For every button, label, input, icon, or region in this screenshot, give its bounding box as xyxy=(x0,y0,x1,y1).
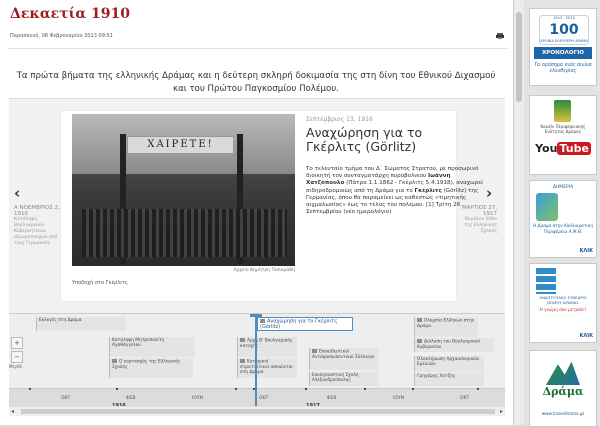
youtube-logo: You Tube xyxy=(535,142,591,155)
centenary-logo: 1913 · 2013 100 ΧΡΟΝΙΑ ΕΛΕΥΘΕΡΗ ΔΡΑΜΑ xyxy=(539,15,589,45)
scroll-thumb[interactable] xyxy=(21,409,495,414)
timeline-marker-active[interactable]: Αναχώρηση για το Γκέρλιτς (Görlitz) xyxy=(257,317,353,331)
image-icon xyxy=(260,319,265,323)
photo-banner: ΧΑΙΡΕΤΕ! xyxy=(127,136,234,154)
image-icon xyxy=(417,318,422,322)
travel-url: www.traveldrama.gr xyxy=(541,411,585,416)
time-axis[interactable] xyxy=(9,388,505,406)
prev-slide-preview[interactable]: Α ΝΟΕΜΒΡΙΟΣ 2, 1916 Κατάληψη Βουλγαρικών… xyxy=(14,205,60,247)
photo-caption: Υποδοχή στο Γκέρλιτς xyxy=(72,280,128,286)
photo-credit: Αρχείο Δημήτρη Παπαμάθη xyxy=(233,268,295,273)
current-position-line xyxy=(255,314,257,406)
region-logo-icon xyxy=(554,100,571,122)
timeline-marker[interactable]: Ο εορτασμός της Ελληνικής Σχολής xyxy=(109,358,193,378)
channel-caption: Κανάλι Περιφερειακής Ενότητας Δράμας xyxy=(540,124,586,134)
prev-arrow-icon[interactable]: ‹ xyxy=(14,184,20,202)
conference-slogan: Η γνώμη σου μετράει! xyxy=(539,307,587,312)
prev-slide-date: Α ΝΟΕΜΒΡΙΟΣ 2, 1916 xyxy=(14,205,60,217)
event-description: Το τελευταίο τμήμα του Δ΄ Σώματος Στρατο… xyxy=(306,166,484,216)
event-photo[interactable]: ΧΑΙΡΕΤΕ! xyxy=(72,114,295,266)
next-slide-text: Θεμέλιοι λίθοι της Ελληνικής Σχολής xyxy=(464,217,497,234)
centenary-chronology-banner[interactable]: 1913 · 2013 100 ΧΡΟΝΙΑ ΕΛΕΥΘΕΡΗ ΔΡΑΜΑ ΧΡ… xyxy=(529,8,597,86)
scroll-thumb[interactable] xyxy=(516,12,522,102)
image-icon xyxy=(417,339,422,343)
youtube-channel-banner[interactable]: Κανάλι Περιφερειακής Ενότητας Δράμας You… xyxy=(529,95,597,175)
timeline-marker[interactable]: Εκπαιδευτικοί Αντιπροσωπευτικοί Σύλλογοι xyxy=(309,348,379,370)
chronology-tagline: Τα ορόσημα ενός αιώνα ελευθερίας xyxy=(534,63,592,74)
image-icon xyxy=(240,359,245,363)
mountain-logo-icon xyxy=(546,361,580,385)
axis-tick: ΦΕΒ xyxy=(327,396,337,401)
click-label: ΚΛΙΚ xyxy=(579,333,593,339)
region-banner-text: Η Δράμα στην Καλλικρατική Περιφέρεια Α.Μ… xyxy=(533,223,593,234)
scroll-left-icon[interactable]: ◂ xyxy=(11,408,14,415)
click-label: ΚΛΙΚ xyxy=(579,248,593,254)
timeline-marker[interactable]: Κατάληψη Μητροπολίτη Αγαθάγγελου xyxy=(109,337,195,357)
axis-tick: ΟΚΤ xyxy=(460,396,470,401)
zoom-in-button[interactable]: + xyxy=(11,337,23,349)
print-icon[interactable] xyxy=(496,33,504,39)
axis-tick: ΙΟΥΝ xyxy=(393,396,404,401)
map-icon xyxy=(536,193,558,221)
timeline-navigator[interactable]: Εκλογές στη Δράμα Αναχώρηση για το Γκέρλ… xyxy=(9,313,505,406)
travel-brand-name: Δράμα xyxy=(542,385,584,398)
blog-title[interactable]: Δεκαετία 1910 xyxy=(10,6,130,22)
axis-tick: ΙΟΥΝ xyxy=(192,396,203,401)
timeline-marker[interactable]: Ολυμπία Ελλήνων στην Δράμα xyxy=(414,317,478,337)
timeline-marker[interactable]: Εκλογές στη Δράμα xyxy=(36,317,126,331)
axis-tick: ΟΚΤ xyxy=(259,396,269,401)
intro-text: Τα πρώτα βήματα της ελληνικής Δράμας και… xyxy=(16,71,496,94)
place-name: Γκέρλιτς xyxy=(414,187,442,194)
timeline-marker[interactable]: Εκκλησιαστική Σχολή Αλεξανδρούπολης xyxy=(309,372,379,386)
conference-logo-icon xyxy=(536,268,556,294)
next-arrow-icon[interactable]: › xyxy=(486,184,492,202)
axis-tick: ΟΚΤ xyxy=(61,396,71,401)
development-conference-banner[interactable]: ΑΝΑΠΤΥΞΙΑΚΟ ΣΥΝΕΔΡΙΟ ΝΟΜΟΥ ΔΡΑΜΑΣ Η γνώμ… xyxy=(529,263,597,343)
zoom-out-button[interactable]: − xyxy=(11,351,23,363)
vertical-scrollbar[interactable] xyxy=(513,0,524,425)
chronology-label: ΧΡΟΝΟΛΟΓΙΟ xyxy=(534,47,592,59)
prev-slide-text: Κατάληψη Βουλγαρικών Κυβερνητικών αξιωμα… xyxy=(14,217,58,246)
region-banner[interactable]: ΔΗΜΕΡΙΑ Η Δράμα στην Καλλικρατική Περιφέ… xyxy=(529,180,597,258)
travel-drama-banner[interactable]: Δράμα www.traveldrama.gr xyxy=(529,350,597,427)
horizontal-scrollbar[interactable]: ◂ ▸ xyxy=(9,406,505,416)
axis-tick: ΦΕΒ xyxy=(126,396,136,401)
divider xyxy=(8,48,508,49)
event-title: Αναχώρηση για το Γκέρλιτς (Görlitz) xyxy=(306,125,423,154)
image-icon xyxy=(112,359,117,363)
post-date: Παρασκευή, 08 Φεβρουαρίου 2013 09:51 xyxy=(10,33,113,39)
image-icon xyxy=(240,338,245,342)
scroll-right-icon[interactable]: ▸ xyxy=(500,408,503,415)
event-date: Σεπτέμβριος 13, 1916 xyxy=(306,116,373,123)
timeline-marker[interactable]: Γρηγόρης Χατζής xyxy=(414,373,484,386)
zoom-label: Μεγέθ. xyxy=(9,364,23,369)
timeline-marker[interactable]: Αρχή Β' Βουλγαρικής κατοχής xyxy=(237,337,297,357)
timeline-marker[interactable]: Διάλυση του Βουλγαρικού Κυβερνείου xyxy=(414,338,494,352)
timeline-marker[interactable]: Ολοκλήρωση Αρχαιολογικών Ερευνών xyxy=(414,356,484,372)
image-icon xyxy=(312,349,317,353)
timeline-marker[interactable]: Κατοχικοί στρατιωτικοί ασκούνται στη Δρά… xyxy=(237,358,297,378)
